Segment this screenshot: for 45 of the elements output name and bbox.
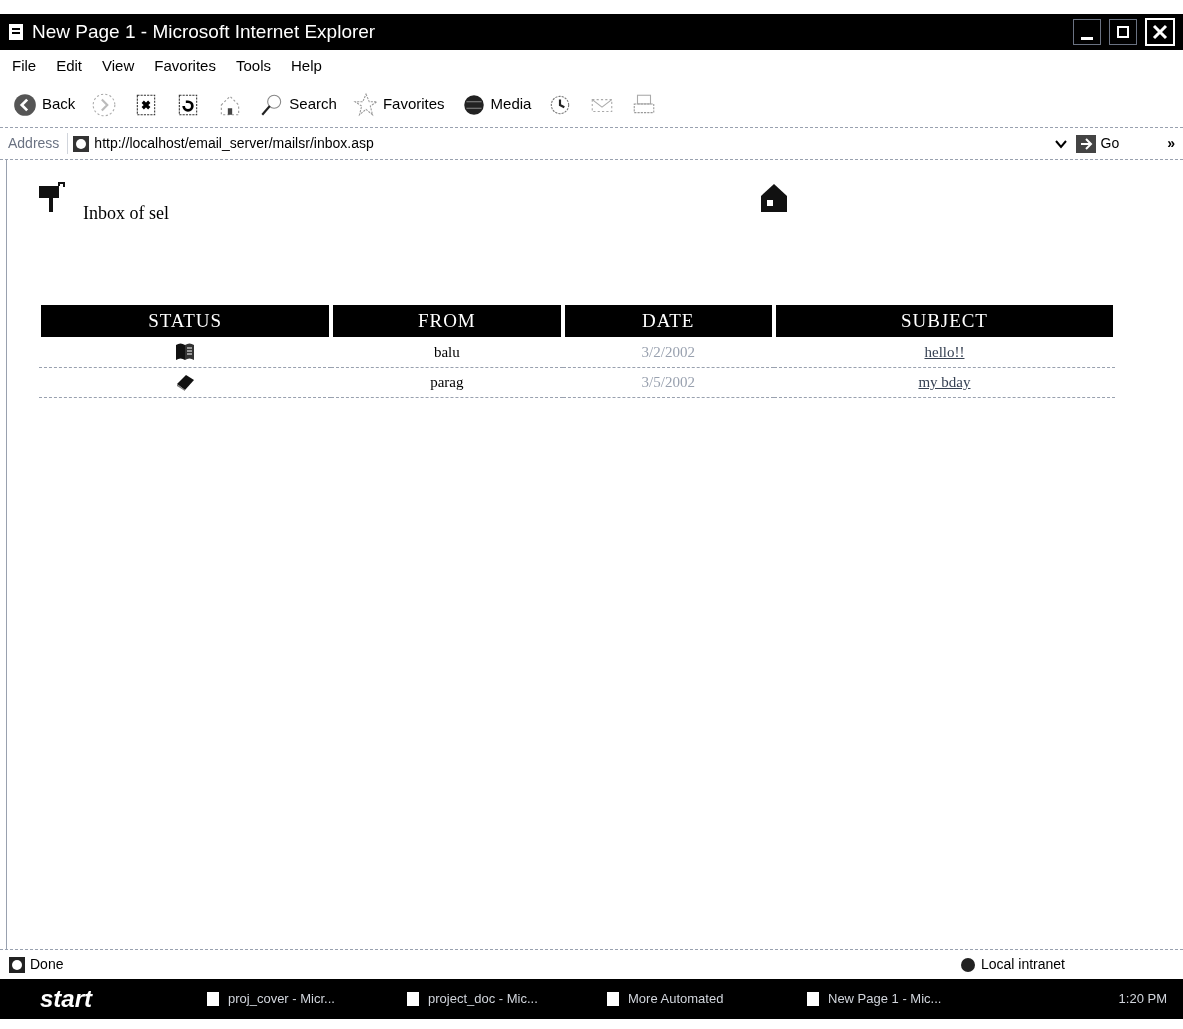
start-button[interactable]: start bbox=[16, 981, 166, 1017]
table-cell: 3/5/2002 bbox=[562, 367, 774, 397]
star-icon bbox=[352, 91, 379, 118]
taskbar-button[interactable]: New Page 1 - Mic... bbox=[806, 989, 966, 1009]
menu-item[interactable]: File bbox=[12, 54, 37, 78]
subject-link[interactable]: my bday bbox=[918, 373, 971, 390]
document-icon bbox=[206, 991, 220, 1007]
address-field[interactable]: http://localhost/email_server/mailsr/inbox.asp bbox=[67, 133, 1047, 154]
status-text: Done bbox=[30, 955, 65, 974]
taskbar-button[interactable]: More Automated bbox=[606, 989, 766, 1009]
column-header: SUBJECT bbox=[773, 305, 1115, 337]
go-button[interactable]: Go bbox=[1074, 133, 1120, 154]
toolbar-button[interactable]: Search bbox=[259, 91, 337, 118]
toolbar-button[interactable]: Media bbox=[460, 91, 532, 118]
menu-item[interactable]: View bbox=[102, 54, 135, 78]
menu-item[interactable]: Help bbox=[291, 54, 322, 78]
window-title: New Page 1 - Microsoft Internet Explorer bbox=[32, 19, 377, 44]
column-header: DATE bbox=[562, 305, 774, 337]
close-icon bbox=[1152, 24, 1168, 40]
subject-link[interactable]: hello!! bbox=[924, 343, 965, 360]
taskbar-button[interactable]: project_doc - Mic... bbox=[406, 989, 566, 1009]
taskbar-button[interactable]: proj_cover - Micr... bbox=[206, 989, 366, 1009]
minimize-button[interactable] bbox=[1073, 19, 1101, 45]
mailbox-icon bbox=[37, 182, 67, 214]
menu-item[interactable]: Edit bbox=[56, 54, 83, 78]
clock: 1:20 PM bbox=[1118, 990, 1167, 1009]
house-icon bbox=[759, 182, 789, 214]
address-label: Address bbox=[8, 134, 60, 153]
page-heading: Inbox of sel bbox=[83, 202, 169, 225]
security-zone: Local intranet bbox=[980, 955, 1065, 974]
close-button[interactable] bbox=[1145, 18, 1175, 46]
column-header: STATUS bbox=[39, 305, 332, 337]
document-icon bbox=[606, 991, 620, 1007]
menu-item[interactable]: Favorites bbox=[154, 54, 216, 78]
links-chevron[interactable]: » bbox=[1167, 133, 1175, 154]
document-icon bbox=[406, 991, 420, 1007]
toolbar-button[interactable]: Favorites bbox=[352, 91, 445, 118]
menu-item[interactable]: Tools bbox=[235, 54, 271, 78]
table-cell: balu bbox=[331, 337, 563, 367]
column-header: FROM bbox=[331, 305, 563, 337]
table-cell: 3/2/2002 bbox=[562, 337, 774, 367]
table-cell: parag bbox=[331, 367, 563, 397]
document-icon bbox=[806, 991, 820, 1007]
restore-button[interactable] bbox=[1109, 19, 1137, 45]
toolbar-button[interactable]: Back bbox=[12, 91, 76, 118]
